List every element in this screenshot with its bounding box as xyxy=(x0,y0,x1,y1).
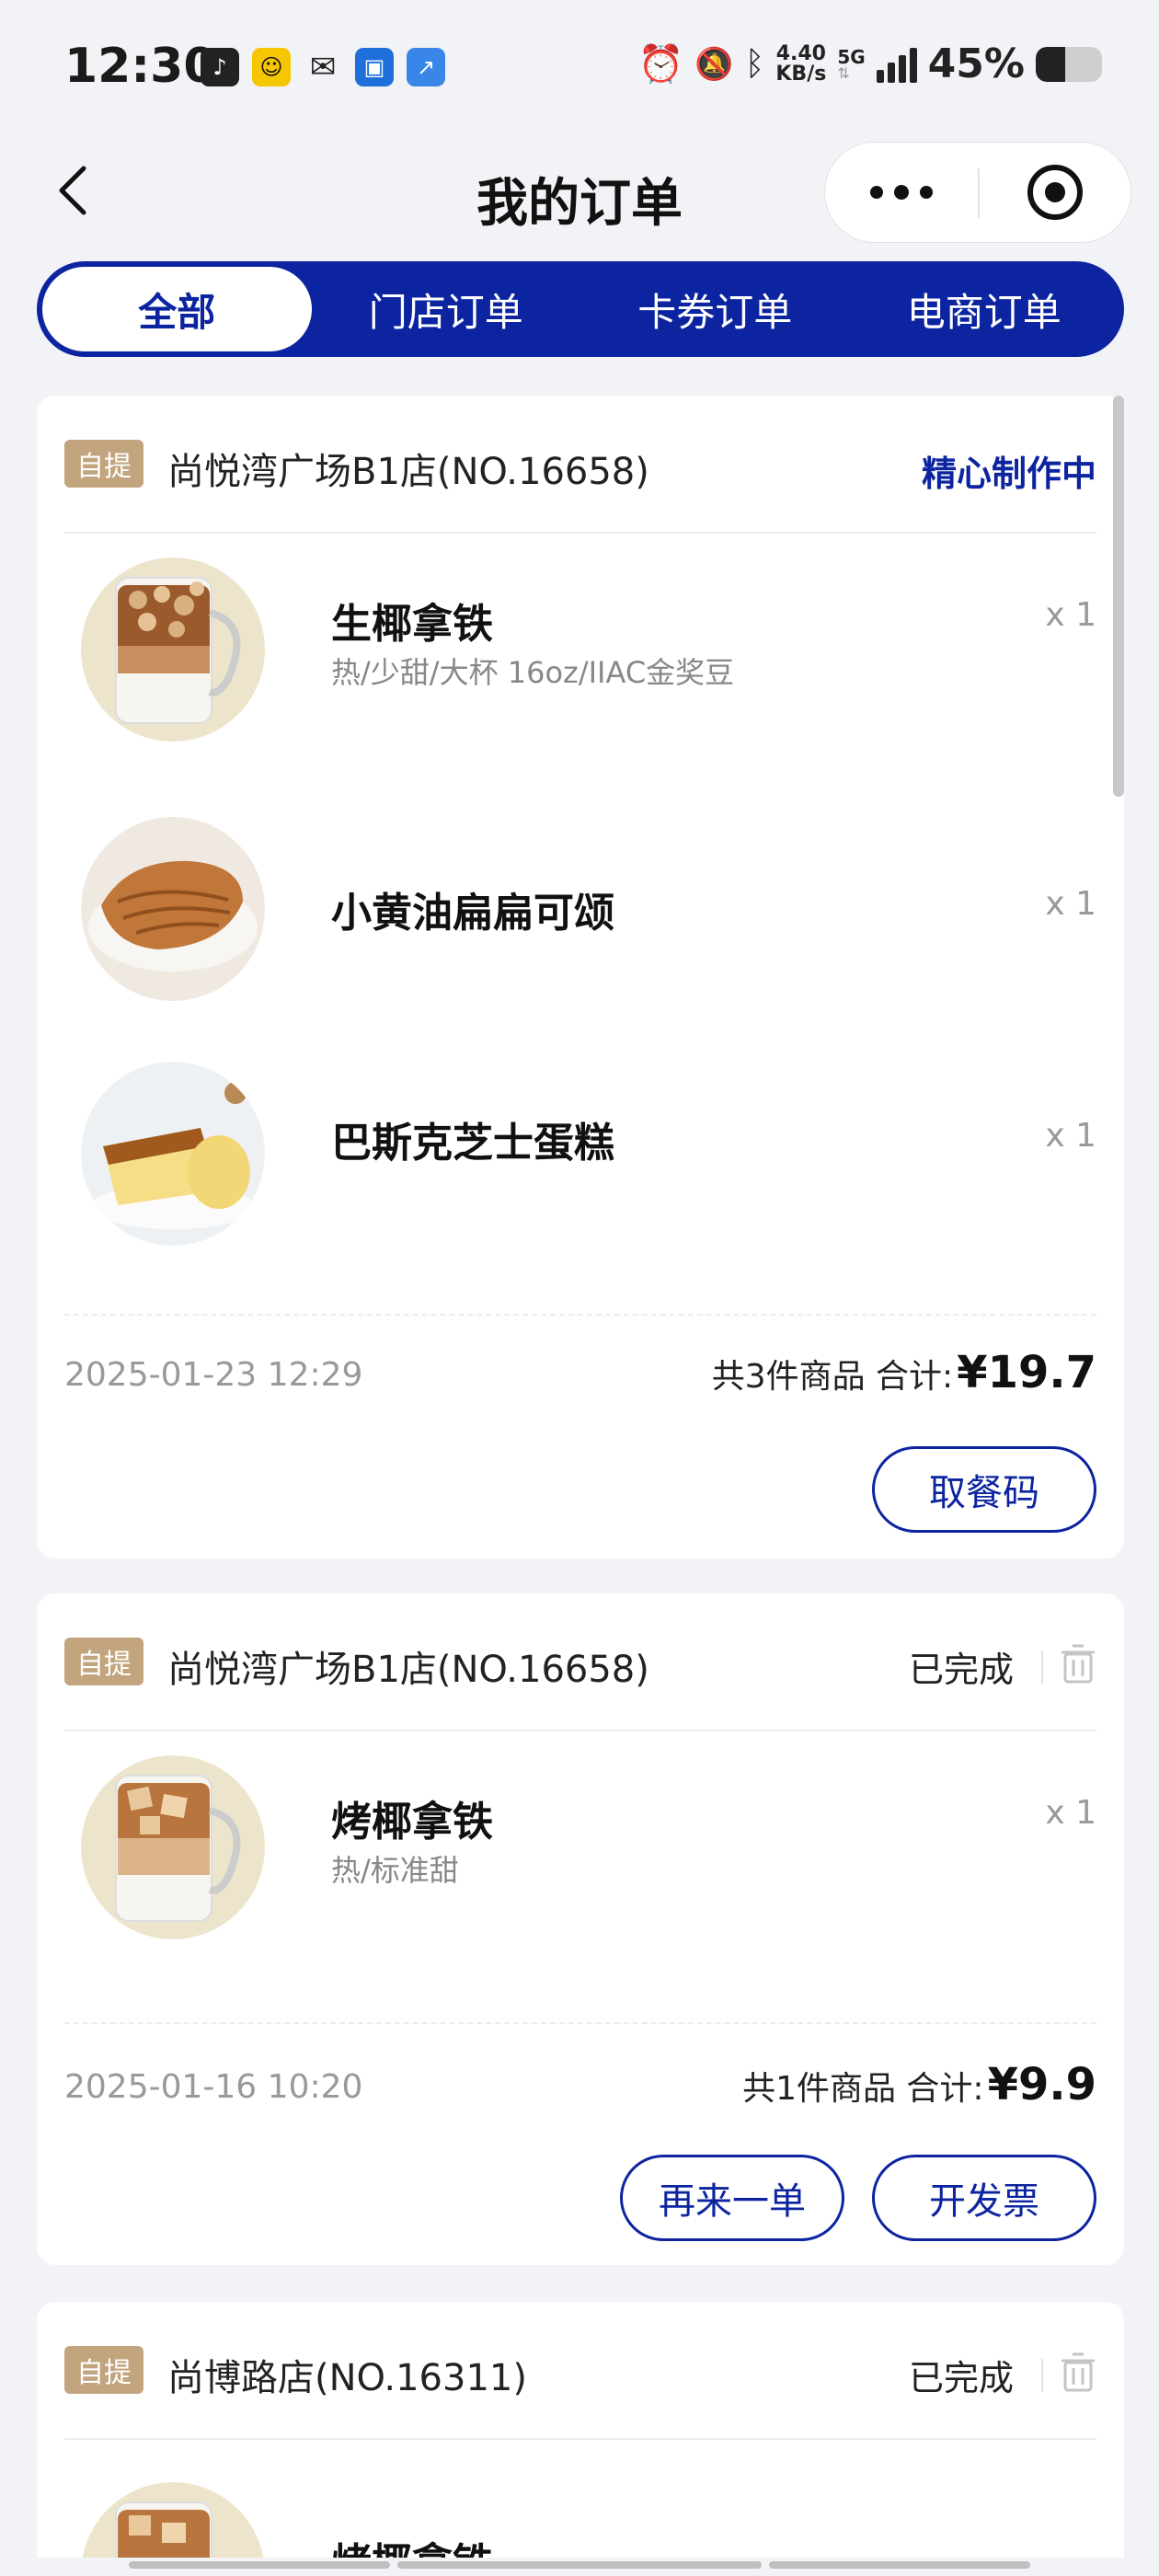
more-dots-icon xyxy=(870,186,883,199)
gesture-bar xyxy=(397,2561,762,2569)
order-item: 生椰拿铁 热/少甜/大杯 16oz/IIAC金奖豆 x 1 xyxy=(64,558,1096,742)
target-circle-icon xyxy=(1027,165,1083,220)
mini-program-capsule xyxy=(824,142,1131,243)
notification-icons: ♪ ☺ ✉ ▣ ↗ xyxy=(201,48,445,86)
app-notification-icon: ☺ xyxy=(252,48,291,86)
tab-all[interactable]: 全部 xyxy=(42,267,312,351)
bluetooth-icon: ᛒ xyxy=(744,44,765,83)
item-name: 巴斯克芝士蛋糕 xyxy=(331,1120,614,1167)
item-quantity: x 1 xyxy=(1045,596,1096,634)
delete-order-button[interactable] xyxy=(1060,2352,1096,2394)
trash-icon xyxy=(1061,1644,1095,1684)
battery-icon xyxy=(1036,46,1102,82)
item-quantity: x 1 xyxy=(1045,1794,1096,1832)
order-item: 烤椰拿铁 热/标准甜 x 1 xyxy=(64,1755,1096,1939)
gesture-bar xyxy=(769,2561,1030,2569)
item-image-roasted-coconut-latte xyxy=(81,1755,265,1939)
battery-percent: 45% xyxy=(927,40,1025,87)
order-total: ¥19.7 xyxy=(957,1347,1096,1398)
gesture-bar xyxy=(129,2561,390,2569)
title-bar: 我的订单 xyxy=(0,138,1159,248)
item-image-roasted-coconut-latte xyxy=(81,2482,265,2558)
item-name: 烤椰拿铁 xyxy=(331,1799,493,1846)
status-time: 12:30 xyxy=(64,39,217,94)
signal-icon xyxy=(876,46,917,83)
divider xyxy=(64,2438,1096,2440)
store-name: 尚博路店(NO.16311) xyxy=(167,2357,527,2399)
close-mini-program-button[interactable] xyxy=(980,143,1130,242)
store-name: 尚悦湾广场B1店(NO.16658) xyxy=(167,451,649,493)
tab-ecommerce-orders[interactable]: 电商订单 xyxy=(850,267,1119,351)
item-spec: 热/标准甜 xyxy=(331,1853,459,1888)
order-tabs: 全部 门店订单 卡券订单 电商订单 xyxy=(37,261,1124,357)
item-name: 生椰拿铁 xyxy=(331,601,493,648)
order-header: 自提 尚博路店(NO.16311) 已完成 xyxy=(64,2340,1096,2414)
data-arrows-icon: ⇅ xyxy=(837,63,850,82)
network-speed: 4.40 KB/s xyxy=(775,41,827,86)
order-item: 烤椰拿铁 xyxy=(64,2482,1096,2558)
reorder-button[interactable]: 再来一单 xyxy=(620,2155,844,2241)
order-status: 精心制作中 xyxy=(921,454,1096,494)
network-type: 5G ⇅ xyxy=(837,45,866,82)
item-spec: 热/少甜/大杯 16oz/IIAC金奖豆 xyxy=(331,655,735,690)
mute-icon: 🔕 xyxy=(694,45,734,83)
delete-order-button[interactable] xyxy=(1060,1643,1096,1685)
tab-voucher-orders[interactable]: 卡券订单 xyxy=(580,267,850,351)
pickup-badge: 自提 xyxy=(64,440,143,488)
order-header: 自提 尚悦湾广场B1店(NO.16658) 已完成 xyxy=(64,1632,1096,1706)
order-summary: 共1件商品 合计: ¥9.9 xyxy=(742,2059,1096,2110)
order-summary: 共3件商品 合计: ¥19.7 xyxy=(711,1347,1096,1398)
alarm-icon: ⏰ xyxy=(637,42,684,86)
divider xyxy=(64,2022,1096,2024)
status-bar: 12:30 ♪ ☺ ✉ ▣ ↗ ⏰ 🔕 ᛒ 4.40 KB/s 5G ⇅ 45% xyxy=(0,0,1159,138)
order-total: ¥9.9 xyxy=(987,2059,1096,2110)
order-header: 自提 尚悦湾广场B1店(NO.16658) 精心制作中 xyxy=(64,434,1096,508)
order-item: 巴斯克芝士蛋糕 x 1 xyxy=(64,1062,1096,1246)
item-image-butter-croissant xyxy=(81,817,265,1001)
news-app-icon: ▣ xyxy=(355,48,394,86)
order-time: 2025-01-16 10:20 xyxy=(64,2068,363,2106)
order-card[interactable]: 自提 尚博路店(NO.16311) 已完成 烤椰拿铁 xyxy=(37,2302,1124,2558)
item-image-basque-cheesecake xyxy=(81,1062,265,1246)
order-card[interactable]: 自提 尚悦湾广场B1店(NO.16658) 精心制作中 生椰拿铁 热/少甜/大杯… xyxy=(37,396,1124,1558)
item-name: 烤椰拿铁 xyxy=(331,2530,493,2558)
trash-icon xyxy=(1061,2352,1095,2392)
item-name: 小黄油扁扁可颂 xyxy=(331,890,614,937)
order-status: 已完成 xyxy=(908,2358,1014,2398)
stock-app-icon: ↗ xyxy=(407,48,445,86)
divider xyxy=(64,532,1096,534)
item-quantity: x 1 xyxy=(1045,1117,1096,1155)
wechat-icon: ✉ xyxy=(309,49,337,86)
pickup-badge: 自提 xyxy=(64,1638,143,1685)
order-status: 已完成 xyxy=(908,1650,1014,1690)
tiktok-icon: ♪ xyxy=(201,48,239,86)
invoice-button[interactable]: 开发票 xyxy=(872,2155,1096,2241)
order-card[interactable]: 自提 尚悦湾广场B1店(NO.16658) 已完成 烤椰拿铁 热/标准甜 x 1… xyxy=(37,1593,1124,2265)
scrollbar[interactable] xyxy=(1113,396,1124,797)
order-item: 小黄油扁扁可颂 x 1 xyxy=(64,817,1096,1001)
item-quantity: x 1 xyxy=(1045,885,1096,923)
item-image-coconut-latte xyxy=(81,558,265,742)
pickup-code-button[interactable]: 取餐码 xyxy=(872,1446,1096,1533)
divider xyxy=(64,1730,1096,1731)
order-time: 2025-01-23 12:29 xyxy=(64,1356,363,1394)
store-name: 尚悦湾广场B1店(NO.16658) xyxy=(167,1649,649,1691)
pickup-badge: 自提 xyxy=(64,2346,143,2394)
tab-store-orders[interactable]: 门店订单 xyxy=(312,267,581,351)
divider xyxy=(64,1314,1096,1316)
more-button[interactable] xyxy=(825,143,978,242)
status-right: ⏰ 🔕 ᛒ 4.40 KB/s 5G ⇅ 45% xyxy=(638,40,1102,87)
